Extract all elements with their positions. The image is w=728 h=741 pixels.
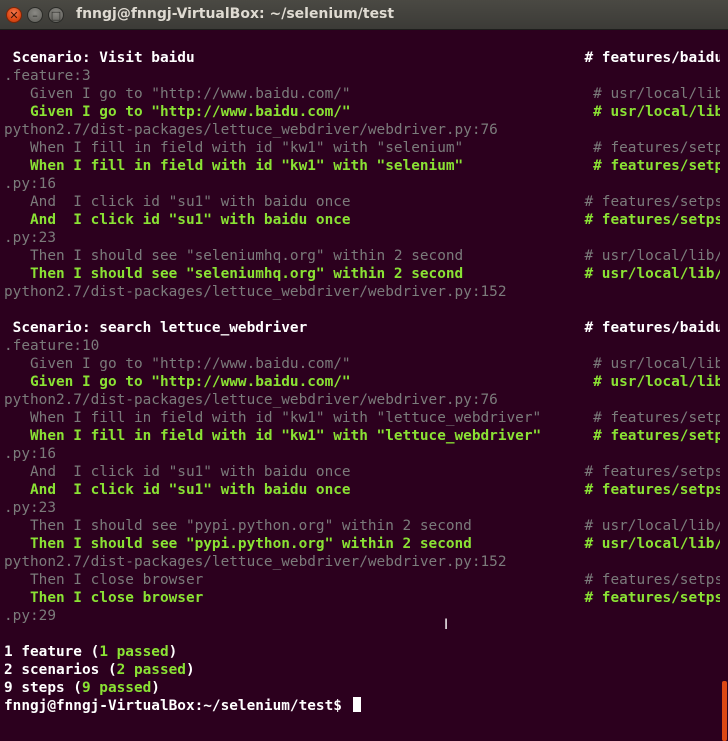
terminal-line: Then I close browser # features/setps [4,590,720,606]
terminal-line: .py:16 [4,446,56,462]
summary-line: 1 feature (1 passed) [4,643,720,661]
terminal-line: .feature:3 [4,68,91,84]
terminal-line: .feature:10 [4,338,100,354]
terminal-line: python2.7/dist-packages/lettuce_webdrive… [4,284,507,300]
terminal-line: When I fill in field with id "kw1" with … [4,410,720,426]
terminal-line: python2.7/dist-packages/lettuce_webdrive… [4,122,498,138]
summary-line: 9 steps (9 passed) [4,679,720,697]
terminal-line: And I click id "su1" with baidu once # f… [4,194,720,210]
terminal-line: Then I should see "seleniumhq.org" withi… [4,248,720,264]
terminal-line: When I fill in field with id "kw1" with … [4,158,720,174]
terminal-line: Given I go to "http://www.baidu.com/" # … [4,356,720,372]
summary-passed-count: 9 passed [81,680,152,696]
terminal-lines: Scenario: Visit baidu # features/baidu .f… [4,31,720,643]
terminal-line: .py:29 [4,608,56,624]
summary-passed-count: 1 passed [99,644,169,660]
window-title: fnngj@fnngj-VirtualBox: ~/selenium/test [76,6,395,22]
terminal-line: .py:23 [4,500,56,516]
summary-suffix: ) [151,680,160,696]
close-icon[interactable]: ✕ [6,7,22,23]
summary-suffix: ) [168,644,178,660]
maximize-icon[interactable]: □ [48,7,64,23]
shell-prompt-line[interactable]: fnngj@fnngj-VirtualBox:~/selenium/test$ [4,697,720,715]
terminal-line: Then I should see "seleniumhq.org" withi… [4,266,720,282]
test-summary: 1 feature (1 passed) 2 scenarios (2 passe… [4,643,720,697]
window-titlebar: ✕ – □ fnngj@fnngj-VirtualBox: ~/selenium… [0,0,728,30]
terminal-line: python2.7/dist-packages/lettuce_webdrive… [4,554,507,570]
terminal-line: Given I go to "http://www.baidu.com/" # … [4,86,720,102]
summary-line: 2 scenarios (2 passed) [4,661,720,679]
summary-passed-count: 2 passed [116,662,186,678]
terminal-line: When I fill in field with id "kw1" with … [4,428,720,444]
terminal-line: Then I should see "pypi.python.org" with… [4,536,720,552]
minimize-icon[interactable]: – [27,7,43,23]
terminal-line: When I fill in field with id "kw1" with … [4,140,720,156]
terminal-line: Given I go to "http://www.baidu.com/" # … [4,104,720,120]
terminal-line: Then I should see "pypi.python.org" with… [4,518,720,534]
shell-prompt: fnngj@fnngj-VirtualBox:~/selenium/test$ [4,698,351,714]
terminal-line: .py:23 [4,230,56,246]
terminal-output[interactable]: Scenario: Visit baidu # features/baidu .f… [0,31,720,715]
summary-suffix: ) [185,662,195,678]
terminal-line: Given I go to "http://www.baidu.com/" # … [4,374,720,390]
scrollbar-thumb[interactable] [722,681,727,741]
terminal-line: python2.7/dist-packages/lettuce_webdrive… [4,392,498,408]
summary-prefix: 2 scenarios ( [4,662,117,678]
terminal-line: .py:16 [4,176,56,192]
terminal-line: Then I close browser # features/setps [4,572,720,588]
ibeam-cursor-icon: I [444,617,449,633]
terminal-line: And I click id "su1" with baidu once # f… [4,464,720,480]
summary-prefix: 9 steps ( [4,680,82,696]
summary-prefix: 1 feature ( [4,644,100,660]
terminal-line: Scenario: search lettuce_webdriver # fea… [4,320,720,336]
terminal-line: And I click id "su1" with baidu once # f… [4,482,720,498]
terminal-line: And I click id "su1" with baidu once # f… [4,212,720,228]
text-cursor [352,697,361,712]
terminal-line: Scenario: Visit baidu # features/baidu [4,50,720,66]
scrollbar[interactable] [720,31,728,741]
